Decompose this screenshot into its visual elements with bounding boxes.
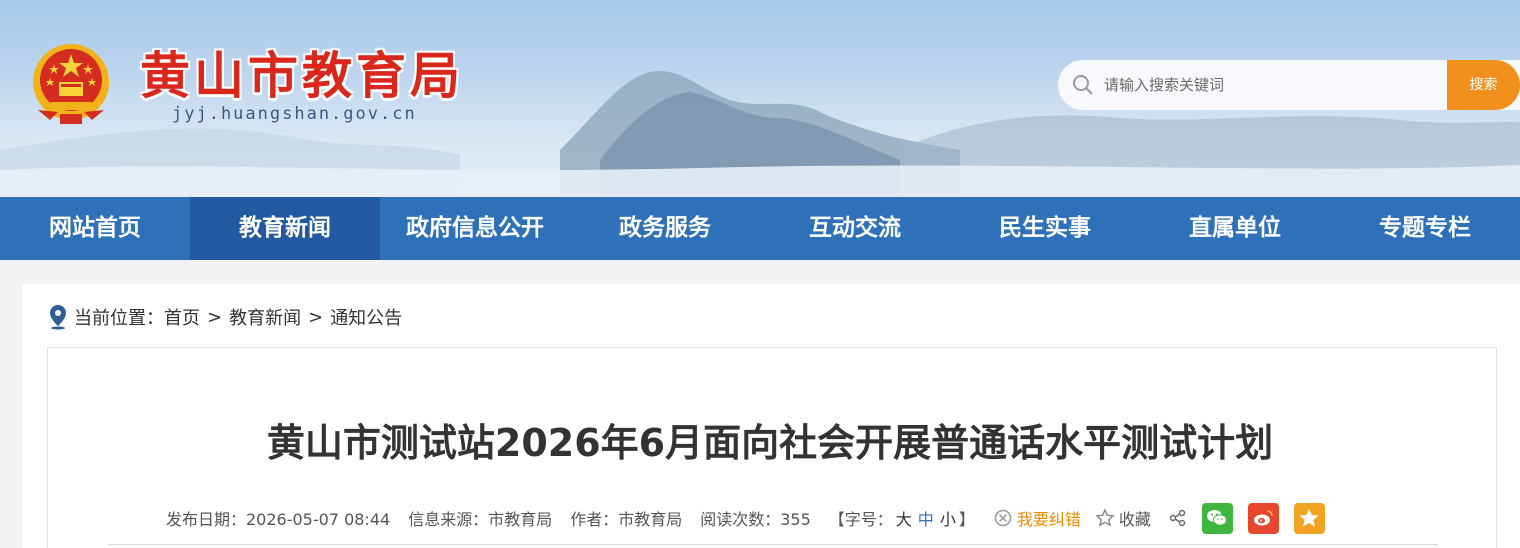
- main-nav: 网站首页 教育新闻 政府信息公开 政务服务 互动交流 民生实事 直属单位 专题专…: [0, 197, 1520, 260]
- font-size-medium[interactable]: 中: [918, 506, 934, 530]
- breadcrumb-separator: >: [207, 306, 223, 328]
- national-emblem-icon: [33, 44, 109, 124]
- font-size-small[interactable]: 小: [940, 506, 956, 530]
- view-count: 阅读次数：355: [700, 510, 811, 529]
- author: 作者：市教育局: [570, 510, 683, 529]
- breadcrumb-notices[interactable]: 通知公告: [330, 304, 402, 330]
- star-icon[interactable]: [1095, 508, 1115, 528]
- nav-item-interaction[interactable]: 互动交流: [760, 197, 950, 260]
- share-icon[interactable]: [1169, 509, 1187, 527]
- wechat-share-button[interactable]: [1201, 502, 1233, 534]
- nav-item-education-news[interactable]: 教育新闻: [190, 197, 380, 260]
- search-button[interactable]: 搜索: [1447, 60, 1520, 110]
- nav-item-special-topics[interactable]: 专题专栏: [1330, 197, 1520, 260]
- wechat-icon: [1207, 510, 1228, 526]
- search-icon: [1073, 75, 1093, 95]
- nav-item-gov-services[interactable]: 政务服务: [570, 197, 760, 260]
- qzone-icon: [1299, 509, 1319, 527]
- article-meta: 发布日期：2026-05-07 08:44 信息来源：市教育局 作者：市教育局 …: [166, 502, 1325, 534]
- breadcrumb-prefix: 当前位置：: [74, 308, 164, 329]
- weibo-icon: [1254, 510, 1274, 526]
- meta-divider: [108, 544, 1438, 545]
- correction-icon[interactable]: [993, 508, 1013, 528]
- breadcrumb-home[interactable]: 首页: [164, 304, 200, 330]
- breadcrumb: 当前位置： 首页 > 教育新闻 > 通知公告: [48, 303, 402, 331]
- breadcrumb-education-news[interactable]: 教育新闻: [229, 304, 301, 330]
- font-size-suffix: 】: [958, 510, 975, 529]
- search-input[interactable]: [1104, 70, 1439, 100]
- nav-item-home[interactable]: 网站首页: [0, 197, 190, 260]
- breadcrumb-separator: >: [308, 306, 324, 328]
- nav-item-gov-info[interactable]: 政府信息公开: [380, 197, 570, 260]
- weibo-share-button[interactable]: [1247, 502, 1279, 534]
- site-domain: jyj.huangshan.gov.cn: [172, 104, 417, 124]
- correction-link[interactable]: 我要纠错: [1017, 506, 1081, 530]
- site-header: 黄山市教育局 jyj.huangshan.gov.cn 搜索: [0, 0, 1520, 197]
- font-size-prefix: 【字号：: [828, 510, 893, 529]
- favorite-link[interactable]: 收藏: [1119, 506, 1151, 530]
- article-title: 黄山市测试站2026年6月面向社会开展普通话水平测试计划: [266, 421, 1274, 465]
- qzone-share-button[interactable]: [1293, 502, 1325, 534]
- nav-item-affiliated-units[interactable]: 直属单位: [1140, 197, 1330, 260]
- font-size-large[interactable]: 大: [896, 506, 912, 530]
- info-source: 信息来源：市教育局: [408, 510, 553, 529]
- nav-item-livelihood[interactable]: 民生实事: [950, 197, 1140, 260]
- site-title[interactable]: 黄山市教育局: [140, 36, 464, 108]
- location-pin-icon: [50, 305, 66, 330]
- publish-date: 发布日期：2026-05-07 08:44: [166, 510, 391, 529]
